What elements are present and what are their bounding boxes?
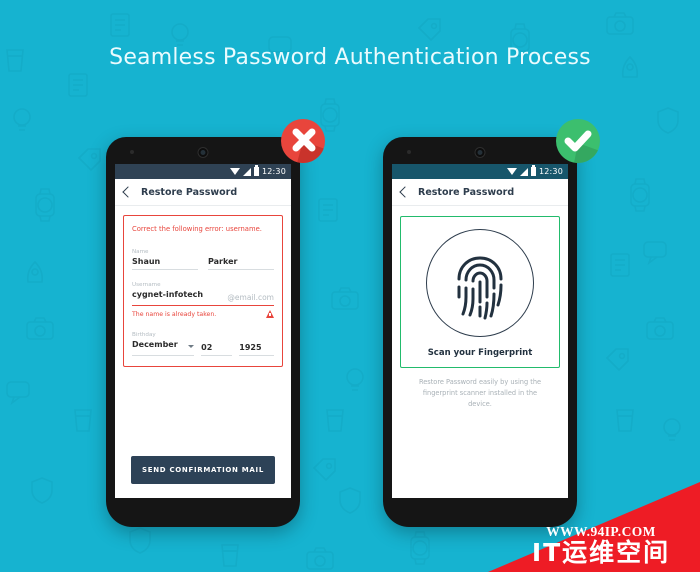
send-confirmation-mail-button[interactable]: SEND CONFIRMATION MAIL [131, 456, 275, 484]
watermark: WWW.94IP.COM IT运维空间 [508, 524, 694, 566]
last-name-value: Parker [208, 257, 238, 266]
phone-top-bezel [106, 137, 300, 164]
battery-icon [530, 165, 536, 176]
username-field[interactable]: cygnet-infotech @email.com [132, 290, 274, 307]
username-error-text: The name is already taken. [132, 310, 217, 318]
signal-icon [519, 167, 528, 176]
front-camera-icon [197, 147, 209, 158]
app-bar: Restore Password [115, 179, 291, 206]
phone-bottom-bezel [106, 498, 300, 527]
chevron-down-icon [188, 344, 195, 348]
watermark-name: IT运维空间 [531, 537, 671, 567]
proximity-sensor-icon [407, 150, 411, 154]
status-bar-time: 12:30 [261, 167, 286, 176]
username-line: cygnet-infotech @email.com [132, 290, 274, 305]
field-underline [208, 269, 274, 270]
birth-month-select[interactable]: December [132, 340, 195, 357]
scan-caption: Scan your Fingerprint [427, 348, 533, 358]
status-bar-time: 12:30 [538, 167, 563, 176]
phone-top-bezel [383, 137, 577, 164]
back-chevron-icon[interactable] [122, 186, 134, 198]
error-status-badge [281, 119, 325, 163]
birthday-field-row: December 02 1925 [132, 340, 274, 357]
status-bar: 12:30 [115, 164, 291, 179]
first-name-field[interactable]: Shaun [132, 257, 198, 270]
fingerprint-scan-container[interactable]: Scan your Fingerprint [400, 216, 560, 368]
page-title: Seamless Password Authentication Process [109, 45, 591, 70]
success-status-badge [556, 119, 600, 163]
fingerprint-icon [457, 256, 503, 320]
field-underline-error [132, 305, 274, 307]
birth-day-value: 02 [201, 343, 213, 353]
field-underline [201, 355, 233, 357]
username-error-row: The name is already taken. [132, 310, 274, 319]
back-chevron-icon[interactable] [399, 186, 411, 198]
username-value: cygnet-infotech [132, 290, 204, 299]
wifi-icon [506, 168, 517, 175]
birth-month-value: December [132, 340, 178, 350]
username-field-label: Username [132, 282, 161, 288]
field-underline [132, 269, 198, 270]
fingerprint-scan-section: Scan your Fingerprint Restore Password e… [392, 206, 568, 410]
phone-screen-left: 12:30 Restore Password Correct the follo… [115, 164, 291, 498]
scan-description: Restore Password easily by using the fin… [418, 378, 542, 408]
cta-area: SEND CONFIRMATION MAIL [123, 456, 283, 484]
birth-year-field[interactable]: 1925 [239, 343, 274, 357]
field-underline [132, 355, 195, 357]
form-error-summary: Correct the following error: username. [132, 225, 262, 233]
warning-triangle-icon [266, 310, 274, 319]
birth-year-value: 1925 [239, 343, 262, 353]
birthday-field-label: Birthday [132, 332, 156, 339]
phone-mockup-error: 12:30 Restore Password Correct the follo… [106, 137, 300, 527]
app-bar: Restore Password [392, 179, 568, 206]
name-field-label: Name [132, 249, 149, 255]
birth-month-line: December [132, 340, 195, 355]
proximity-sensor-icon [130, 150, 134, 154]
status-bar: 12:30 [392, 164, 568, 179]
first-name-value: Shaun [132, 257, 161, 266]
name-field-row: Shaun Parker [132, 257, 274, 270]
last-name-field[interactable]: Parker [208, 257, 274, 270]
front-camera-icon [474, 147, 486, 158]
field-underline [239, 355, 274, 357]
restore-password-form: Correct the following error: username. N… [115, 206, 291, 368]
close-x-icon [292, 128, 325, 163]
username-suffix: @email.com [227, 293, 274, 302]
check-icon [564, 130, 600, 163]
form-error-container: Correct the following error: username. N… [123, 215, 283, 368]
fingerprint-circle [426, 229, 534, 337]
battery-icon [253, 165, 259, 176]
wifi-icon [229, 168, 240, 175]
phone-screen-right: 12:30 Restore Password Scan your Fingerp… [392, 164, 568, 498]
app-bar-title: Restore Password [418, 186, 515, 198]
signal-icon [242, 167, 251, 176]
phone-mockup-success: 12:30 Restore Password Scan your Fingerp… [383, 137, 577, 527]
app-bar-title: Restore Password [141, 186, 238, 198]
birth-day-field[interactable]: 02 [201, 343, 233, 357]
